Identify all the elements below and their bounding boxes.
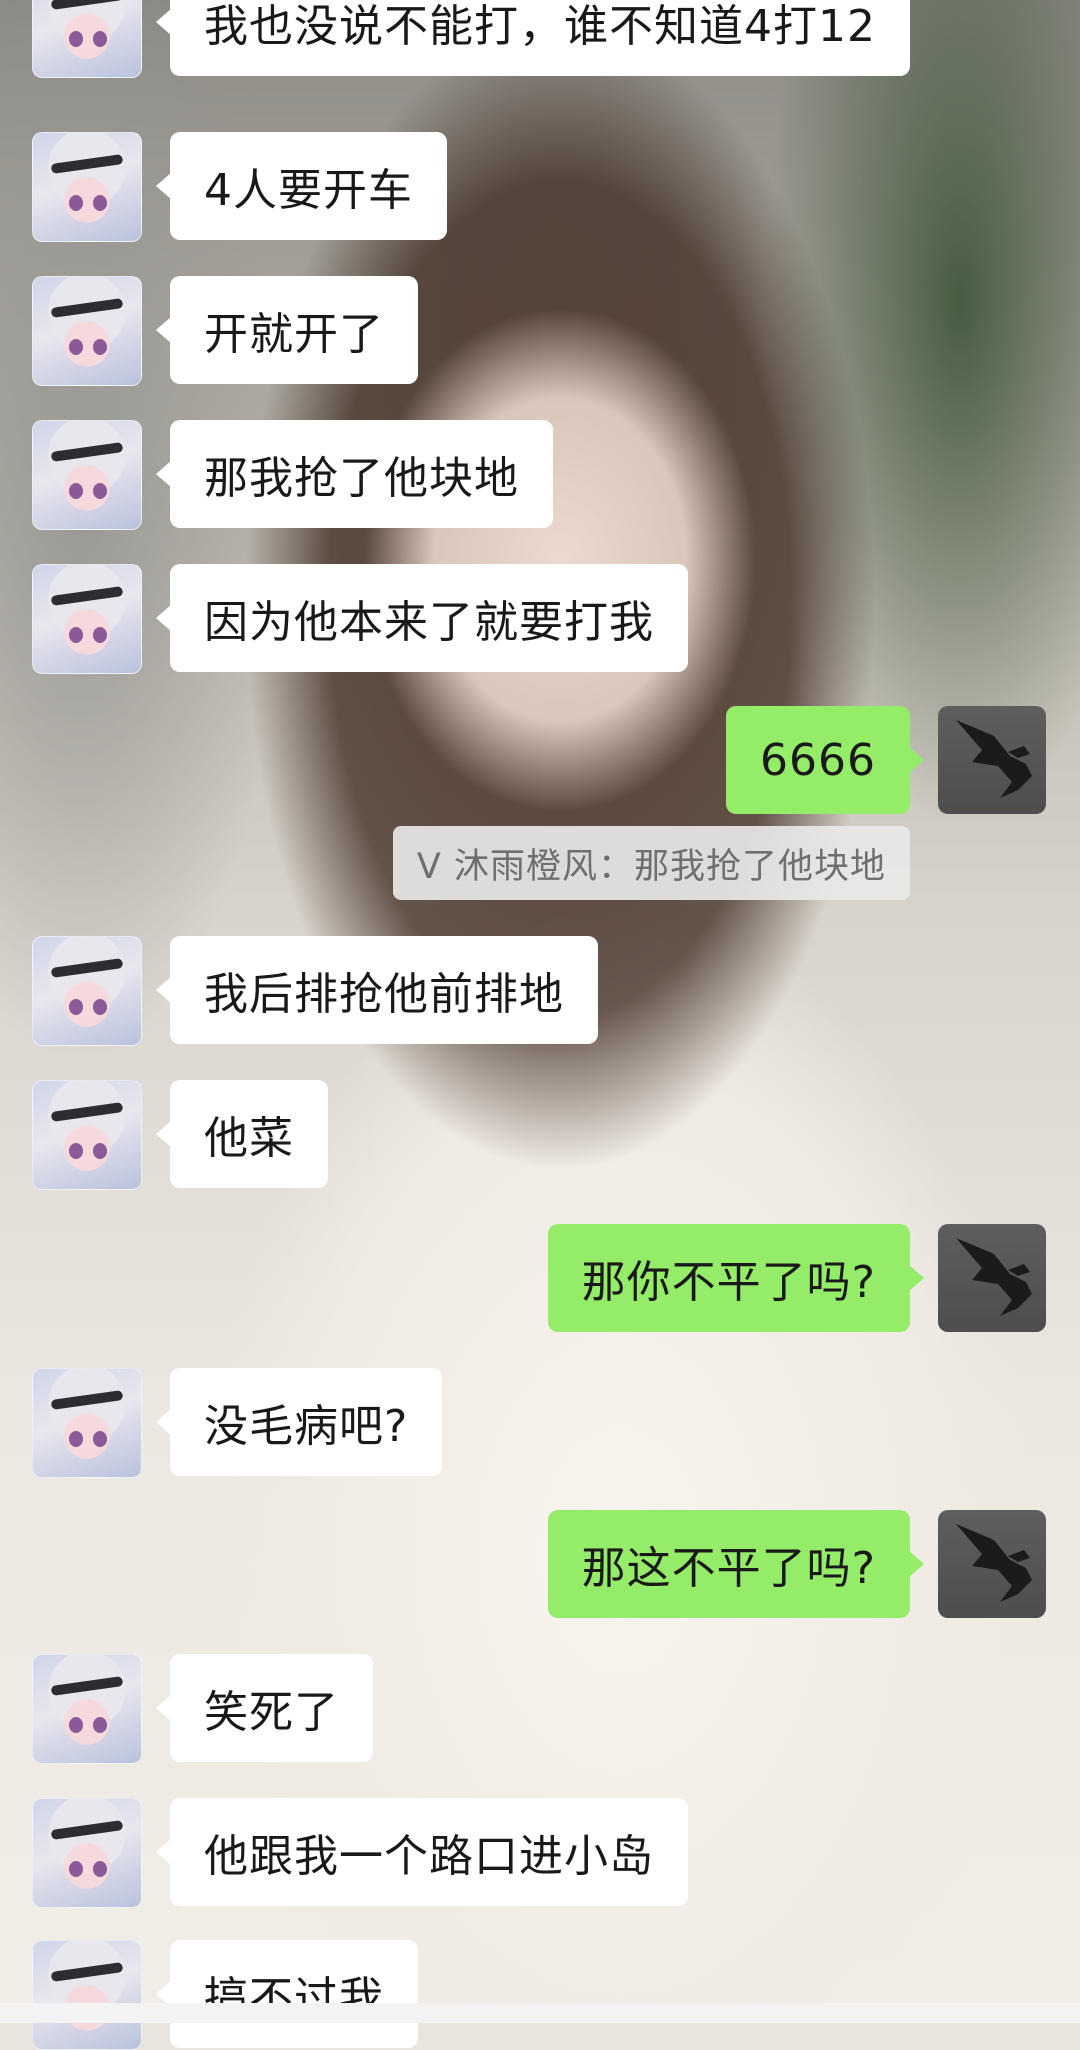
incoming-message-bubble[interactable]: 4人要开车 (156, 132, 447, 240)
incoming-message-bubble[interactable]: 因为他本来了就要打我 (156, 564, 688, 672)
outgoing-message-bubble[interactable]: 那你不平了吗? (547, 1224, 925, 1332)
message-row: 6666 (0, 706, 1080, 814)
my-avatar[interactable] (938, 1224, 1046, 1332)
my-avatar[interactable] (938, 706, 1046, 814)
incoming-message-bubble[interactable]: 没毛病吧? (155, 1368, 443, 1476)
outgoing-message-bubble[interactable]: 那这不平了吗? (547, 1510, 925, 1618)
chat-message-list[interactable]: 我也没说不能打，谁不知道4打12 4人要开车 开就开了 那我抢了他块地 因为他本… (0, 0, 1080, 2050)
contact-avatar[interactable] (32, 1940, 142, 2050)
message-row: 那这不平了吗? (0, 1510, 1080, 1618)
incoming-message-bubble[interactable]: 搞不过我 (156, 1940, 418, 2048)
message-row: 他菜 (0, 1080, 1080, 1190)
eagle-icon (956, 1238, 1032, 1316)
incoming-message-bubble[interactable]: 我后排抢他前排地 (156, 936, 598, 1044)
quoted-reply[interactable]: V 沐雨橙风：那我抢了他块地 (392, 826, 910, 900)
message-row: 我后排抢他前排地 (0, 936, 1080, 1046)
message-row: 4人要开车 (0, 132, 1080, 242)
incoming-message-bubble[interactable]: 笑死了 (156, 1654, 373, 1762)
incoming-message-bubble[interactable]: 我也没说不能打，谁不知道4打12 (156, 0, 910, 76)
input-bar-edge (0, 2003, 1080, 2023)
contact-avatar[interactable] (32, 936, 142, 1046)
message-row: 那我抢了他块地 (0, 420, 1080, 530)
incoming-message-bubble[interactable]: 那我抢了他块地 (156, 420, 553, 528)
contact-avatar[interactable] (32, 420, 142, 530)
message-row: 笑死了 (0, 1654, 1080, 1764)
incoming-message-bubble[interactable]: 他菜 (156, 1080, 328, 1188)
message-row: 因为他本来了就要打我 (0, 564, 1080, 674)
contact-avatar[interactable] (32, 132, 142, 242)
message-row: 他跟我一个路口进小岛 (0, 1798, 1080, 1908)
my-avatar[interactable] (938, 1510, 1046, 1618)
incoming-message-bubble[interactable]: 开就开了 (156, 276, 418, 384)
message-row: 没毛病吧? (0, 1368, 1080, 1478)
eagle-icon (956, 1524, 1032, 1602)
contact-avatar[interactable] (32, 0, 142, 78)
message-row: 开就开了 (0, 276, 1080, 386)
contact-avatar[interactable] (32, 276, 142, 386)
incoming-message-bubble[interactable]: 他跟我一个路口进小岛 (156, 1798, 688, 1906)
eagle-icon (956, 720, 1032, 798)
contact-avatar[interactable] (32, 1080, 142, 1190)
message-row: 那你不平了吗? (0, 1224, 1080, 1332)
contact-avatar[interactable] (32, 1368, 142, 1478)
message-row: 我也没说不能打，谁不知道4打12 (0, 0, 1080, 78)
contact-avatar[interactable] (32, 1654, 142, 1764)
contact-avatar[interactable] (32, 564, 142, 674)
outgoing-message-bubble[interactable]: 6666 (726, 706, 924, 814)
contact-avatar[interactable] (32, 1798, 142, 1908)
message-row: 搞不过我 (0, 1940, 1080, 2050)
